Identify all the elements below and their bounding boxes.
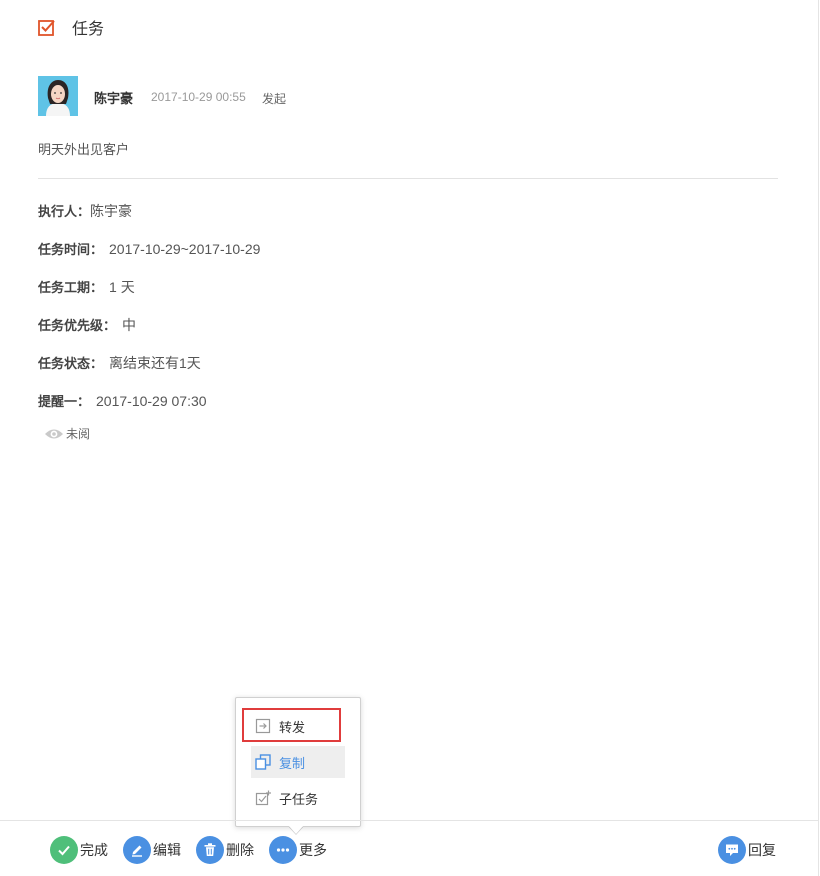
field-label: 任务工期：	[38, 280, 104, 295]
copy-icon	[255, 754, 271, 770]
page-title: 任务	[72, 21, 105, 38]
page-header: 任务	[38, 15, 104, 39]
field-label: 任务优先级：	[38, 318, 117, 333]
delete-label: 删除	[226, 842, 254, 858]
complete-button[interactable]: 完成	[50, 836, 108, 864]
field-label: 执行人：	[38, 204, 91, 219]
menu-item-subtask[interactable]: 子任务	[251, 782, 345, 814]
menu-item-copy[interactable]: 复制	[251, 746, 345, 778]
chat-bubble-icon	[718, 836, 746, 864]
footer-divider	[0, 820, 818, 821]
more-label: 更多	[299, 842, 327, 858]
read-status[interactable]: 未阅	[44, 425, 90, 442]
reply-label: 回复	[748, 842, 776, 858]
more-button[interactable]: 更多	[269, 836, 327, 864]
menu-item-label: 复制	[279, 755, 306, 771]
subtask-icon	[255, 790, 271, 806]
created-action: 发起	[262, 92, 287, 106]
field-reminder: 提醒一： 2017-10-29 07:30	[38, 391, 207, 410]
field-value: 陈宇豪	[90, 203, 133, 219]
edit-button[interactable]: 编辑	[123, 836, 181, 864]
field-task-time: 任务时间： 2017-10-29~2017-10-29	[38, 239, 260, 258]
field-priority: 任务优先级： 中	[38, 315, 136, 335]
field-value: 1 天	[109, 279, 135, 295]
ellipsis-icon	[269, 836, 297, 864]
reply-button[interactable]: 回复	[718, 836, 776, 864]
field-value: 2017-10-29 07:30	[96, 393, 207, 409]
menu-item-label: 子任务	[279, 791, 319, 807]
panel-border	[818, 0, 819, 876]
field-value: 中	[122, 317, 137, 333]
divider	[38, 178, 778, 179]
edit-label: 编辑	[153, 842, 181, 858]
checkmark-icon	[50, 836, 78, 864]
task-checkbox-icon	[38, 20, 55, 36]
field-assignee: 执行人：陈宇豪	[38, 201, 132, 221]
delete-button[interactable]: 删除	[196, 836, 254, 864]
highlight-box	[242, 708, 341, 742]
field-duration: 任务工期： 1 天	[38, 277, 135, 297]
complete-label: 完成	[80, 842, 108, 858]
task-content: 明天外出见客户	[38, 142, 130, 157]
field-label: 任务时间：	[38, 242, 104, 257]
author-name[interactable]: 陈宇豪	[94, 88, 133, 107]
pencil-icon	[123, 836, 151, 864]
popup-arrow	[288, 825, 304, 834]
read-status-label: 未阅	[66, 427, 91, 441]
created-time: 2017-10-29 00:55	[151, 90, 246, 104]
avatar[interactable]	[38, 76, 78, 116]
field-status: 任务状态： 离结束还有1天	[38, 353, 201, 373]
trash-icon	[196, 836, 224, 864]
field-label: 任务状态：	[38, 356, 104, 371]
field-label: 提醒一：	[38, 394, 91, 409]
field-value: 2017-10-29~2017-10-29	[109, 241, 261, 257]
field-value: 离结束还有1天	[109, 355, 201, 371]
eye-icon	[45, 429, 63, 438]
